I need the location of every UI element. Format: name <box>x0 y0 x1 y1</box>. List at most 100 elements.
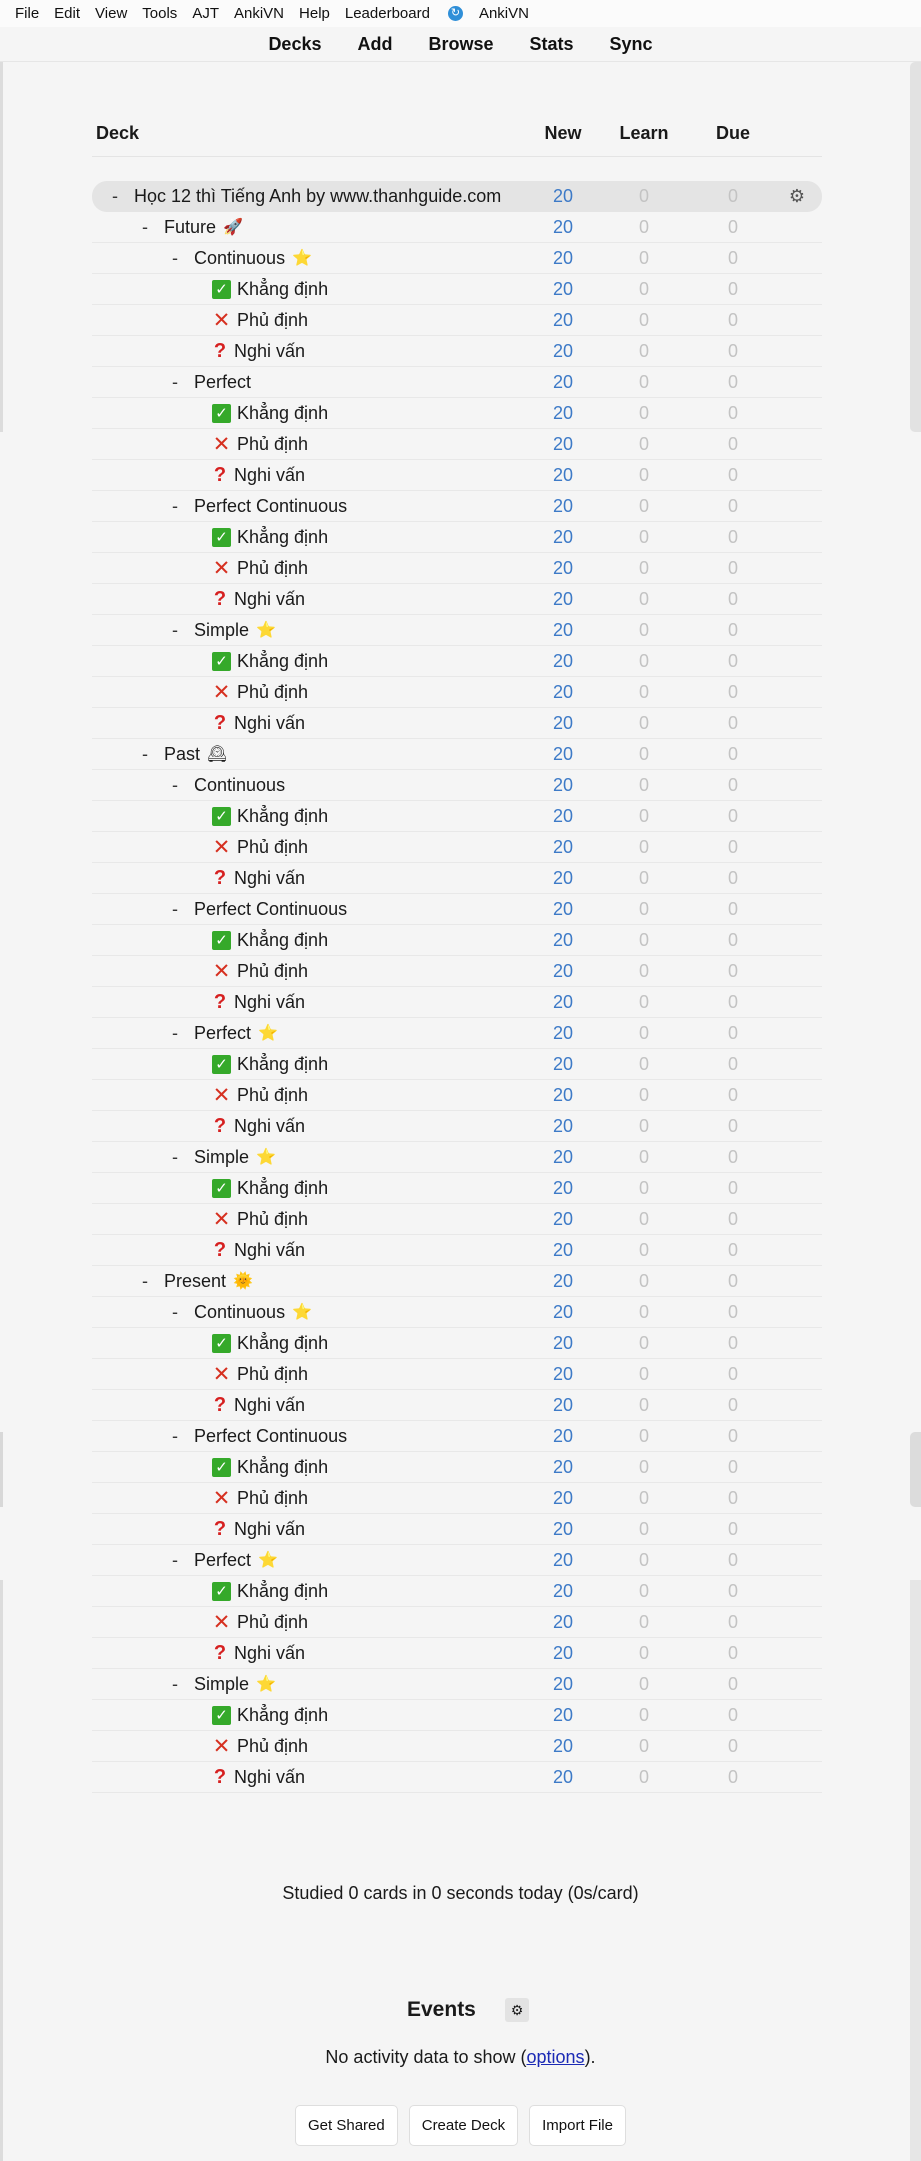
collapse-toggle[interactable]: - <box>138 217 152 238</box>
toolbar-stats[interactable]: Stats <box>530 34 574 55</box>
toolbar-add[interactable]: Add <box>357 34 392 55</box>
deck-row[interactable]: ✓ Khẳng định 20 0 0 <box>92 925 822 956</box>
deck-name[interactable]: Simple <box>194 1674 249 1695</box>
deck-name[interactable]: Nghi vấn <box>234 868 305 889</box>
menu-ankivn[interactable]: AnkiVN <box>234 5 284 22</box>
deck-name[interactable]: Khẳng định <box>237 1178 328 1199</box>
collapse-toggle[interactable]: - <box>168 1426 182 1447</box>
deck-name[interactable]: Nghi vấn <box>234 465 305 486</box>
deck-row[interactable]: ? Nghi vấn 20 0 0 <box>92 1638 822 1669</box>
deck-row[interactable]: ✕ Phủ định 20 0 0 <box>92 553 822 584</box>
deck-name[interactable]: Perfect <box>194 1023 251 1044</box>
deck-row[interactable]: ? Nghi vấn 20 0 0 <box>92 460 822 491</box>
toolbar-browse[interactable]: Browse <box>428 34 493 55</box>
create-deck-button[interactable]: Create Deck <box>408 2105 519 2146</box>
collapse-toggle[interactable]: - <box>168 248 182 269</box>
get-shared-button[interactable]: Get Shared <box>295 2105 398 2146</box>
deck-row[interactable]: ✓ Khẳng định 20 0 0 <box>92 646 822 677</box>
deck-name[interactable]: Nghi vấn <box>234 1116 305 1137</box>
deck-name[interactable]: Continuous <box>194 775 285 796</box>
deck-row[interactable]: ✓ Khẳng định 20 0 0 <box>92 1173 822 1204</box>
deck-name[interactable]: Khẳng định <box>237 806 328 827</box>
deck-row[interactable]: ✓ Khẳng định 20 0 0 <box>92 1452 822 1483</box>
collapse-toggle[interactable]: - <box>168 1023 182 1044</box>
deck-name[interactable]: Phủ định <box>237 961 308 982</box>
events-options-gear-icon[interactable]: ⚙ <box>505 1998 529 2022</box>
collapse-toggle[interactable]: - <box>168 1550 182 1571</box>
collapse-toggle[interactable]: - <box>138 744 152 765</box>
deck-name[interactable]: Nghi vấn <box>234 713 305 734</box>
collapse-toggle[interactable]: - <box>168 1302 182 1323</box>
deck-name[interactable]: Khẳng định <box>237 930 328 951</box>
deck-name[interactable]: Nghi vấn <box>234 992 305 1013</box>
deck-row[interactable]: ✕ Phủ định 20 0 0 <box>92 1731 822 1762</box>
deck-row[interactable]: - Continuous 20 0 0 <box>92 770 822 801</box>
deck-row[interactable]: ✓ Khẳng định 20 0 0 <box>92 1576 822 1607</box>
deck-row[interactable]: ✓ Khẳng định 20 0 0 <box>92 1700 822 1731</box>
sync-status-icon[interactable]: ↻ <box>447 6 463 21</box>
deck-name[interactable]: Phủ định <box>237 558 308 579</box>
deck-name[interactable]: Phủ định <box>237 310 308 331</box>
deck-row[interactable]: ✕ Phủ định 20 0 0 <box>92 429 822 460</box>
deck-name[interactable]: Khẳng định <box>237 1457 328 1478</box>
deck-row[interactable]: ✕ Phủ định 20 0 0 <box>92 1359 822 1390</box>
deck-name[interactable]: Phủ định <box>237 1612 308 1633</box>
collapse-toggle[interactable]: - <box>168 1674 182 1695</box>
scrollbar-track[interactable] <box>910 1580 921 2161</box>
deck-row[interactable]: ? Nghi vấn 20 0 0 <box>92 584 822 615</box>
deck-name[interactable]: Nghi vấn <box>234 1519 305 1540</box>
deck-name[interactable]: Perfect <box>194 1550 251 1571</box>
deck-row[interactable]: ✕ Phủ định 20 0 0 <box>92 305 822 336</box>
deck-row[interactable]: ✕ Phủ định 20 0 0 <box>92 677 822 708</box>
deck-row[interactable]: - Past 🕰 20 0 0 <box>92 739 822 770</box>
collapse-toggle[interactable]: - <box>168 775 182 796</box>
deck-row[interactable]: ? Nghi vấn 20 0 0 <box>92 336 822 367</box>
import-file-button[interactable]: Import File <box>529 2105 626 2146</box>
deck-name[interactable]: Khẳng định <box>237 1581 328 1602</box>
collapse-toggle[interactable]: - <box>168 372 182 393</box>
deck-row[interactable]: ? Nghi vấn 20 0 0 <box>92 863 822 894</box>
toolbar-sync[interactable]: Sync <box>610 34 653 55</box>
deck-row[interactable]: ✕ Phủ định 20 0 0 <box>92 1204 822 1235</box>
deck-row[interactable]: - Present 🌞 20 0 0 <box>92 1266 822 1297</box>
deck-row[interactable]: ✕ Phủ định 20 0 0 <box>92 956 822 987</box>
deck-name[interactable]: Past <box>164 744 200 765</box>
deck-name[interactable]: Phủ định <box>237 1736 308 1757</box>
options-link[interactable]: options <box>527 2047 585 2067</box>
deck-row[interactable]: - Simple ⭐ 20 0 0 <box>92 1142 822 1173</box>
deck-name[interactable]: Future <box>164 217 216 238</box>
deck-row[interactable]: ✕ Phủ định 20 0 0 <box>92 1080 822 1111</box>
deck-name[interactable]: Continuous <box>194 248 285 269</box>
deck-row[interactable]: - Perfect Continuous 20 0 0 <box>92 491 822 522</box>
deck-name[interactable]: Học 12 thì Tiếng Anh by www.thanhguide.c… <box>134 186 501 207</box>
deck-name[interactable]: Nghi vấn <box>234 341 305 362</box>
deck-row[interactable]: ? Nghi vấn 20 0 0 <box>92 987 822 1018</box>
deck-name[interactable]: Perfect Continuous <box>194 1426 347 1447</box>
deck-row-root[interactable]: - Học 12 thì Tiếng Anh by www.thanhguide.… <box>92 181 822 212</box>
menu-edit[interactable]: Edit <box>54 5 80 22</box>
deck-name[interactable]: Khẳng định <box>237 651 328 672</box>
scrollbar-thumb[interactable] <box>910 62 921 432</box>
deck-name[interactable]: Phủ định <box>237 1085 308 1106</box>
deck-name[interactable]: Present <box>164 1271 226 1292</box>
deck-name[interactable]: Khẳng định <box>237 1705 328 1726</box>
deck-row[interactable]: - Continuous ⭐ 20 0 0 <box>92 1297 822 1328</box>
deck-row[interactable]: ✓ Khẳng định 20 0 0 <box>92 274 822 305</box>
deck-row[interactable]: ✓ Khẳng định 20 0 0 <box>92 801 822 832</box>
deck-row[interactable]: - Perfect ⭐ 20 0 0 <box>92 1018 822 1049</box>
deck-row[interactable]: ✕ Phủ định 20 0 0 <box>92 1483 822 1514</box>
deck-name[interactable]: Simple <box>194 620 249 641</box>
menu-view[interactable]: View <box>95 5 127 22</box>
deck-row[interactable]: - Perfect ⭐ 20 0 0 <box>92 1545 822 1576</box>
toolbar-decks[interactable]: Decks <box>268 34 321 55</box>
menu-file[interactable]: File <box>15 5 39 22</box>
deck-row[interactable]: ✓ Khẳng định 20 0 0 <box>92 1049 822 1080</box>
deck-row[interactable]: - Perfect Continuous 20 0 0 <box>92 1421 822 1452</box>
deck-name[interactable]: Nghi vấn <box>234 1643 305 1664</box>
deck-name[interactable]: Khẳng định <box>237 279 328 300</box>
deck-name[interactable]: Nghi vấn <box>234 589 305 610</box>
deck-row[interactable]: ✕ Phủ định 20 0 0 <box>92 1607 822 1638</box>
collapse-toggle[interactable]: - <box>168 496 182 517</box>
deck-name[interactable]: Perfect Continuous <box>194 496 347 517</box>
collapse-toggle[interactable]: - <box>168 620 182 641</box>
